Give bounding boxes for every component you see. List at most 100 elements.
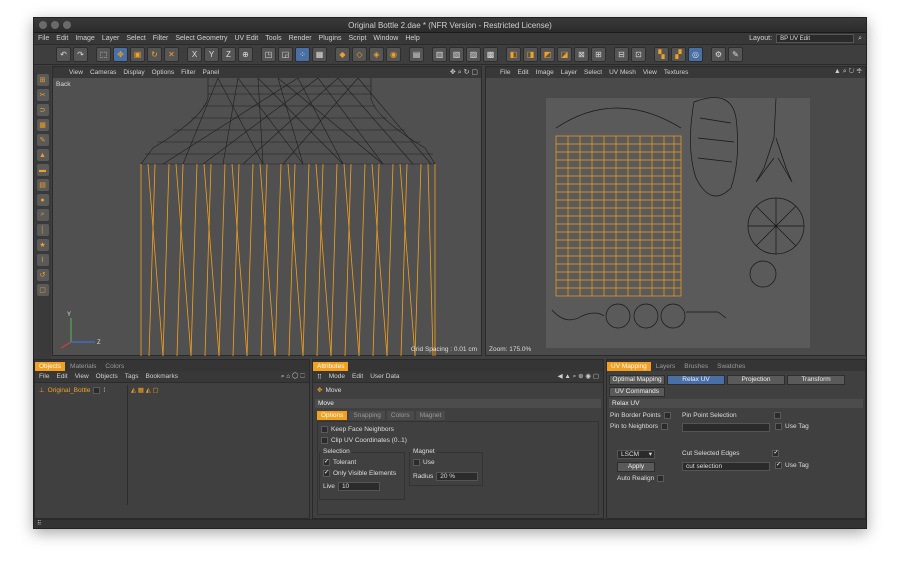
attributes-menu-grid-icon[interactable]: ⠿: [317, 373, 322, 381]
knife-tool-icon[interactable]: ✂: [36, 89, 49, 101]
subtab-options[interactable]: Options: [317, 411, 348, 420]
viewport-menu-display[interactable]: Display: [123, 69, 144, 76]
objects-menu-view[interactable]: View: [75, 373, 89, 380]
uv-distribute-icon[interactable]: ▞: [671, 47, 686, 62]
live-input[interactable]: 10: [337, 482, 380, 491]
menu-select[interactable]: Select: [126, 35, 145, 42]
pin-point-selection-checkbox[interactable]: [773, 412, 781, 419]
recent-tool-icon[interactable]: ✕: [164, 47, 179, 62]
magnet-use-checkbox[interactable]: [413, 459, 420, 466]
layout-dropdown[interactable]: BP UV Edit: [776, 34, 855, 43]
uv-polygons-icon[interactable]: ▦: [312, 47, 327, 62]
uv-menu-file[interactable]: File: [500, 69, 510, 76]
deformer-icon[interactable]: ◉: [386, 47, 401, 62]
uv-texture-view[interactable]: File Edit Image Layer Select UV Mesh Vie…: [485, 66, 866, 356]
object-tags[interactable]: ◭ ▦ ◭ ▢: [131, 386, 159, 394]
only-visible-row[interactable]: ✓ Only Visible Elements: [323, 470, 396, 477]
keep-face-neighbors-row[interactable]: Keep Face Neighbors: [321, 426, 394, 433]
move-icon[interactable]: ✥: [113, 47, 128, 62]
objects-menu-objects[interactable]: Objects: [96, 373, 118, 380]
menu-select-geometry[interactable]: Select Geometry: [175, 35, 227, 42]
render-dots-icon[interactable]: ⁞: [103, 387, 105, 394]
menu-tools[interactable]: Tools: [265, 35, 281, 42]
menu-render[interactable]: Render: [289, 35, 312, 42]
objects-menu-bookmarks[interactable]: Bookmarks: [145, 373, 178, 380]
gradient-tool-icon[interactable]: ▤: [36, 179, 49, 191]
tolerant-checkbox[interactable]: ✓: [323, 459, 330, 466]
search-icon[interactable]: ⌕: [858, 35, 862, 43]
uv-snap-icon[interactable]: ⊞: [591, 47, 606, 62]
subdivision-icon[interactable]: ◇: [352, 47, 367, 62]
projection-button[interactable]: Projection: [727, 375, 785, 385]
object-tree-item[interactable]: ⊥ Original_Bottle ⁞: [39, 386, 105, 394]
uv-menu-textures[interactable]: Textures: [664, 69, 689, 76]
tab-materials[interactable]: Materials: [66, 362, 100, 371]
menu-filter[interactable]: Filter: [153, 35, 169, 42]
cube-icon[interactable]: ◆: [335, 47, 350, 62]
auto-realign-checkbox[interactable]: [657, 475, 665, 482]
render-view-icon[interactable]: ◳: [261, 47, 276, 62]
apply-button[interactable]: Apply: [617, 462, 655, 472]
use-tag-2-checkbox[interactable]: ✓: [775, 462, 782, 469]
redo-icon[interactable]: ↷: [73, 47, 88, 62]
menu-script[interactable]: Script: [349, 35, 367, 42]
uv-points-icon[interactable]: ⁘: [295, 47, 310, 62]
coordinate-system-icon[interactable]: ⊕: [238, 47, 253, 62]
keep-face-neighbors-checkbox[interactable]: [321, 426, 328, 433]
uv-fit-icon[interactable]: ⊟: [614, 47, 629, 62]
tab-layers[interactable]: Layers: [652, 362, 680, 371]
pin-to-neighbors-checkbox[interactable]: [661, 423, 669, 430]
layer-icon[interactable]: ▩: [483, 47, 498, 62]
clip-uv-checkbox[interactable]: [321, 437, 328, 444]
attributes-menu-user-data[interactable]: User Data: [370, 373, 399, 380]
paint-tool-icon[interactable]: ▥: [432, 47, 447, 62]
uv-tile-icon[interactable]: ⊡: [631, 47, 646, 62]
brush-tool-icon[interactable]: ✎: [36, 134, 49, 146]
menu-edit[interactable]: Edit: [56, 35, 68, 42]
uv-align-icon[interactable]: ▚: [654, 47, 669, 62]
objects-menu-file[interactable]: File: [39, 373, 49, 380]
fill-tool-icon[interactable]: ▲: [36, 149, 49, 161]
x-axis-icon[interactable]: X: [187, 47, 202, 62]
uv-grid-icon[interactable]: ⊠: [574, 47, 589, 62]
uv-menu-layer[interactable]: Layer: [561, 69, 577, 76]
uv-menu-image[interactable]: Image: [536, 69, 554, 76]
menu-uv-edit[interactable]: UV Edit: [235, 35, 259, 42]
rotate-tool-icon[interactable]: ↺: [36, 269, 49, 281]
pin-border-row[interactable]: Pin Border Points: [610, 412, 671, 419]
objects-menu-tags[interactable]: Tags: [125, 373, 139, 380]
live-selection-icon[interactable]: ⬚: [96, 47, 111, 62]
viewport-nav-icons[interactable]: ✥ ⌕ ↻ ▢: [450, 68, 478, 77]
zoom-tool-icon[interactable]: ⌕: [36, 209, 49, 221]
objects-search-icon[interactable]: ⌕ ⌂ ◯ ⬚: [281, 373, 305, 381]
tab-colors[interactable]: Colors: [101, 362, 128, 371]
uv-menu-edit[interactable]: Edit: [517, 69, 528, 76]
uv-view-nav-icons[interactable]: ▲ ⌕ ↻ ✥: [834, 68, 862, 76]
uv-commands-button[interactable]: UV Commands: [609, 387, 665, 397]
smudge-tool-icon[interactable]: ●: [36, 194, 49, 206]
scene-icon[interactable]: ▤: [409, 47, 424, 62]
cut-selected-edges-checkbox[interactable]: ✓: [772, 450, 780, 457]
uv-menu-uv-mesh[interactable]: UV Mesh: [609, 69, 636, 76]
viewport-menu-filter[interactable]: Filter: [181, 69, 195, 76]
array-icon[interactable]: ◈: [369, 47, 384, 62]
attributes-nav-icons[interactable]: ◀ ▲ ⌕ ⊕ ◉ ▢: [558, 372, 599, 381]
uv-select-icon[interactable]: ◎: [688, 47, 703, 62]
menu-window[interactable]: Window: [373, 35, 398, 42]
tab-objects[interactable]: Objects: [35, 362, 66, 371]
rotate-icon[interactable]: ↻: [147, 47, 162, 62]
pin-selection-field[interactable]: [682, 423, 770, 432]
uv-menu-select[interactable]: Select: [584, 69, 602, 76]
uv-transform-icon[interactable]: ◧: [506, 47, 521, 62]
menu-file[interactable]: File: [38, 35, 49, 42]
uv-flip-icon[interactable]: ◩: [540, 47, 555, 62]
uv-menu-view[interactable]: View: [643, 69, 657, 76]
subtab-snapping[interactable]: Snapping: [349, 411, 385, 420]
use-tag-checkbox[interactable]: [775, 423, 782, 430]
visibility-toggle[interactable]: [93, 386, 101, 394]
viewport-menu-panel[interactable]: Panel: [203, 69, 220, 76]
optimal-mapping-button[interactable]: Optimal Mapping: [609, 375, 665, 385]
uv-mirror-icon[interactable]: ◨: [523, 47, 538, 62]
object-name[interactable]: Original_Bottle: [48, 387, 91, 394]
3d-viewport[interactable]: View Cameras Display Options Filter Pane…: [52, 66, 482, 356]
